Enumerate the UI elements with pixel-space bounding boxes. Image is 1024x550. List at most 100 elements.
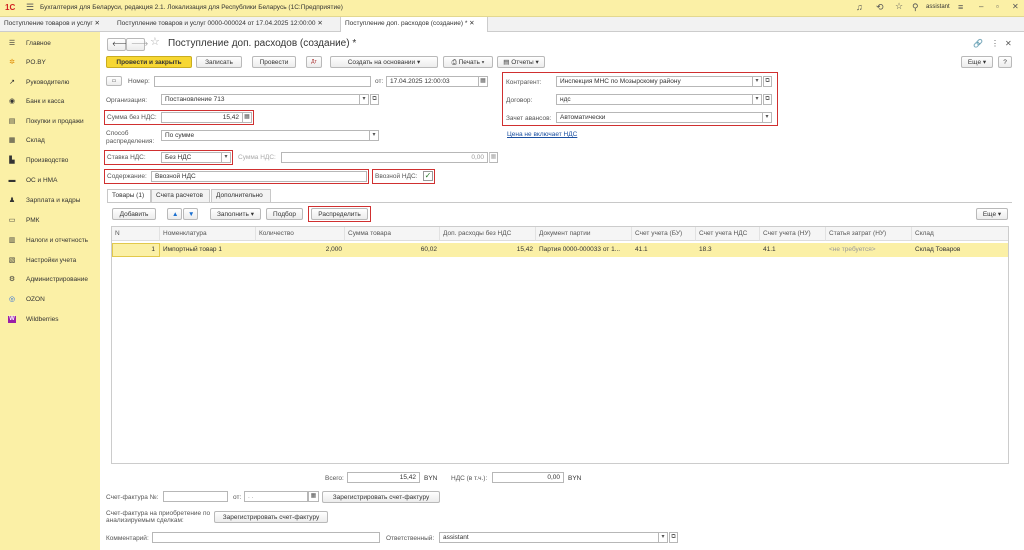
cell-batch-document[interactable]: Партия 0000-000033 от 1... — [536, 243, 632, 257]
tab-additional[interactable]: Дополнительно — [211, 189, 271, 202]
column-header[interactable]: Доп. расходы без НДС — [440, 227, 536, 241]
cell-number[interactable]: 1 — [112, 243, 158, 257]
tab-settlement-accounts[interactable]: Счета расчетов — [151, 189, 210, 202]
vat-rate-select[interactable]: Без НДС — [161, 152, 222, 163]
price-excludes-vat-link[interactable]: Цена не включает НДС — [507, 131, 577, 138]
sidebar-item-rmk[interactable]: ▭ РМК — [0, 211, 100, 230]
open-icon[interactable]: ⧉ — [370, 94, 379, 105]
forward-button[interactable]: 🡒 — [126, 38, 148, 51]
cell-account-nu[interactable]: 41.1 — [760, 243, 826, 257]
open-tab-1[interactable]: Поступление товаров и услуг ✕ — [0, 17, 112, 32]
cell-account-bu[interactable]: 41.1 — [632, 243, 696, 257]
organization-input[interactable]: Постановление 713 — [161, 94, 360, 105]
column-header[interactable]: Документ партии — [536, 227, 632, 241]
sidebar-item-bank[interactable]: ◉ Банк и касса — [0, 92, 100, 111]
user-name[interactable]: assistant — [926, 4, 950, 10]
close-icon[interactable]: ✕ — [95, 20, 100, 27]
column-header[interactable]: Счет учета (БУ) — [632, 227, 696, 241]
column-header[interactable]: N — [112, 227, 160, 241]
open-icon[interactable]: ⧉ — [763, 76, 772, 87]
column-header[interactable]: Сумма товара — [345, 227, 440, 241]
create-based-on-button[interactable]: Создать на основании ▾ — [330, 56, 438, 68]
move-up-button[interactable]: ▲ — [167, 208, 182, 220]
close-icon[interactable]: ✕ — [1012, 2, 1019, 11]
cell-nomenclature[interactable]: Импортный товар 1 — [160, 243, 256, 257]
back-button[interactable]: 🡐 — [107, 38, 129, 51]
fill-button[interactable]: Заполнить ▾ — [210, 208, 261, 220]
sidebar-item-ozon[interactable]: ◎ OZON — [0, 290, 100, 309]
calculator-icon[interactable]: ▦ — [243, 112, 252, 123]
sidebar-item-director[interactable]: ↗ Руководителю — [0, 73, 100, 92]
select-button[interactable]: Подбор — [266, 208, 303, 220]
cell-warehouse[interactable]: Склад Товаров — [912, 243, 1008, 257]
register-invoice2-button[interactable]: Зарегистрировать счет-фактуру — [214, 511, 328, 523]
chevron-down-icon[interactable]: ▾ — [763, 112, 772, 123]
open-icon[interactable]: ⧉ — [763, 94, 772, 105]
open-tab-2[interactable]: Поступление товаров и услуг 0000-000024 … — [113, 17, 340, 32]
contract-input[interactable]: ндс — [556, 94, 753, 105]
settings-menu-icon[interactable]: ≡ — [958, 2, 963, 12]
dt-kt-button[interactable]: Дт — [306, 56, 322, 68]
number-input[interactable] — [154, 76, 371, 87]
number-edit-icon[interactable]: ▭ — [106, 76, 122, 86]
responsible-input[interactable]: assistant — [439, 532, 659, 543]
close-icon[interactable]: ✕ — [469, 20, 474, 27]
open-tab-3[interactable]: Поступление доп. расходов (создание) * ✕ — [340, 17, 488, 32]
chevron-down-icon[interactable]: ▾ — [659, 532, 668, 543]
open-icon[interactable]: ⧉ — [669, 532, 678, 543]
chevron-down-icon[interactable]: ▾ — [753, 94, 762, 105]
table-more-button[interactable]: Еще ▾ — [976, 208, 1008, 220]
cell-goods-sum[interactable]: 60,02 — [345, 243, 440, 257]
invoice-number-input[interactable] — [163, 491, 228, 502]
column-header[interactable]: Склад — [912, 227, 1008, 241]
chevron-down-icon[interactable]: ▾ — [370, 130, 379, 141]
column-header[interactable]: Номенклатура — [160, 227, 256, 241]
favorites-icon[interactable]: ☆ — [895, 1, 903, 12]
sidebar-item-settings[interactable]: ▧ Настройки учета — [0, 251, 100, 270]
tab-goods[interactable]: Товары (1) — [107, 189, 151, 203]
cell-cost-item[interactable]: <не требуется> — [826, 243, 912, 257]
link-icon[interactable]: 🔗 — [973, 39, 983, 49]
print-button[interactable]: ⎙ Печать ▾ — [443, 56, 493, 68]
sidebar-item-main[interactable]: ☰ Главное — [0, 34, 100, 53]
add-button[interactable]: Добавить — [112, 208, 156, 220]
post-button[interactable]: Провести — [252, 56, 296, 68]
cell-account-vat[interactable]: 18.3 — [696, 243, 760, 257]
import-vat-checkbox[interactable]: ✓ — [423, 171, 433, 181]
reports-button[interactable]: ▤ Отчеты ▾ — [497, 56, 545, 68]
save-button[interactable]: Записать — [196, 56, 242, 68]
sidebar-item-taxes[interactable]: ▥ Налоги и отчетность — [0, 231, 100, 250]
sidebar-item-admin[interactable]: ⚙ Администрирование — [0, 270, 100, 289]
calendar-icon[interactable]: ▦ — [308, 491, 319, 502]
main-menu-icon[interactable]: ☰ — [26, 2, 34, 13]
distribute-button[interactable]: Распределить — [311, 208, 368, 220]
sidebar-item-salary[interactable]: ♟ Зарплата и кадры — [0, 191, 100, 210]
content-input[interactable]: Ввозной НДС — [151, 171, 367, 182]
sidebar-item-warehouse[interactable]: ▦ Склад — [0, 131, 100, 150]
post-and-close-button[interactable]: Провести и закрыть — [106, 56, 192, 68]
register-invoice-button[interactable]: Зарегистрировать счет-фактуру — [322, 491, 440, 503]
sidebar-item-purchases[interactable]: ▤ Покупки и продажи — [0, 112, 100, 131]
chevron-down-icon[interactable]: ▾ — [753, 76, 762, 87]
move-down-button[interactable]: ▼ — [183, 208, 198, 220]
advance-offset-select[interactable]: Автоматически — [556, 112, 763, 123]
chevron-down-icon[interactable]: ▾ — [360, 94, 369, 105]
bell-icon[interactable]: ♫ — [856, 2, 863, 12]
comment-input[interactable] — [152, 532, 380, 543]
more-button[interactable]: Еще ▾ — [961, 56, 993, 68]
sidebar-item-production[interactable]: ▙ Производство — [0, 151, 100, 170]
sidebar-item-assets[interactable]: ▬ ОС и НМА — [0, 171, 100, 190]
more-vertical-icon[interactable]: ⋮ — [991, 39, 999, 49]
invoice-date-input[interactable]: . . — [244, 491, 308, 502]
sum-without-vat-input[interactable]: 15,42 — [161, 112, 243, 123]
calendar-icon[interactable]: ▦ — [479, 76, 488, 87]
column-header[interactable]: Счет учета НДС — [696, 227, 760, 241]
minimize-icon[interactable]: – — [979, 2, 983, 11]
column-header[interactable]: Статья затрат (НУ) — [826, 227, 912, 241]
maximize-icon[interactable]: ▫ — [996, 2, 999, 11]
date-input[interactable]: 17.04.2025 12:00:03 — [386, 76, 479, 87]
close-icon[interactable]: ✕ — [317, 20, 322, 27]
search-icon[interactable]: ⚲ — [912, 2, 919, 13]
cell-additional-costs[interactable]: 15,42 — [440, 243, 536, 257]
column-header[interactable]: Счет учета (НУ) — [760, 227, 826, 241]
